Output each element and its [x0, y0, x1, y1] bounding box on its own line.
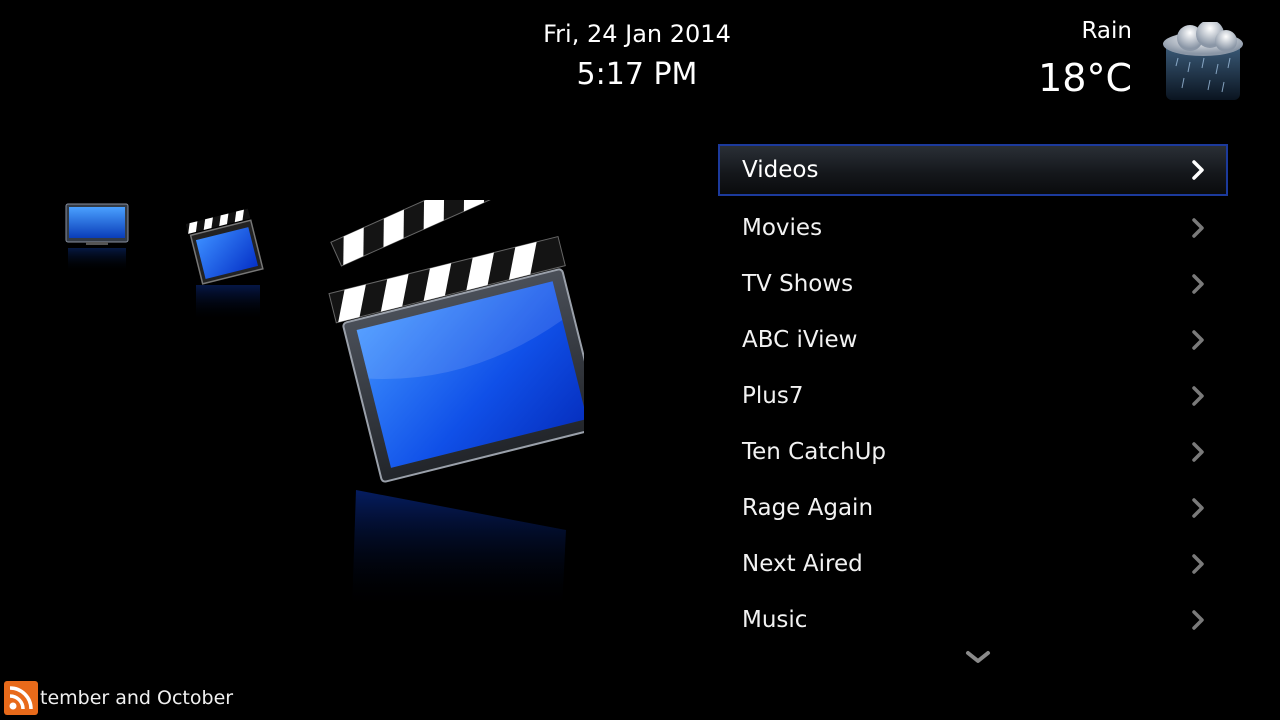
menu-item-tv-shows[interactable]: TV Shows: [718, 256, 1228, 312]
chevron-right-icon: [1192, 386, 1204, 406]
menu-item-music[interactable]: Music: [718, 592, 1228, 648]
menu-item-label: Movies: [742, 215, 823, 241]
scroll-down-icon[interactable]: [963, 648, 993, 666]
chevron-right-icon: [1192, 160, 1204, 180]
clapperboard-icon: [186, 208, 264, 321]
chevron-right-icon: [1192, 442, 1204, 462]
menu-item-ten-catchup[interactable]: Ten CatchUp: [718, 424, 1228, 480]
menu-item-abc-iview[interactable]: ABC iView: [718, 312, 1228, 368]
menu-item-label: Plus7: [742, 383, 804, 409]
menu-item-label: Music: [742, 607, 808, 633]
rss-ticker[interactable]: tember and October: [0, 680, 640, 716]
tv-icon: [65, 203, 129, 272]
ticker-text: tember and October: [40, 687, 234, 709]
main-menu: Videos Movies TV Shows ABC iView Plus7 T…: [718, 144, 1228, 648]
weather-condition: Rain: [1081, 18, 1132, 44]
chevron-right-icon: [1192, 554, 1204, 574]
chevron-right-icon: [1192, 218, 1204, 238]
menu-item-label: ABC iView: [742, 327, 858, 353]
menu-item-label: TV Shows: [742, 271, 854, 297]
weather-temperature: 18°C: [1038, 56, 1132, 100]
menu-item-next-aired[interactable]: Next Aired: [718, 536, 1228, 592]
menu-item-label: Ten CatchUp: [742, 439, 887, 465]
clapperboard-icon: [328, 200, 584, 610]
menu-item-videos[interactable]: Videos: [718, 144, 1228, 196]
menu-item-label: Rage Again: [742, 495, 874, 521]
menu-item-rage-again[interactable]: Rage Again: [718, 480, 1228, 536]
chevron-right-icon: [1192, 498, 1204, 518]
menu-item-movies[interactable]: Movies: [718, 200, 1228, 256]
menu-item-label: Videos: [742, 157, 819, 183]
chevron-right-icon: [1192, 274, 1204, 294]
menu-item-plus7[interactable]: Plus7: [718, 368, 1228, 424]
chevron-right-icon: [1192, 610, 1204, 630]
rss-icon: [4, 681, 38, 715]
chevron-right-icon: [1192, 330, 1204, 350]
menu-item-label: Next Aired: [742, 551, 863, 577]
rain-cloud-icon: [1163, 22, 1243, 100]
